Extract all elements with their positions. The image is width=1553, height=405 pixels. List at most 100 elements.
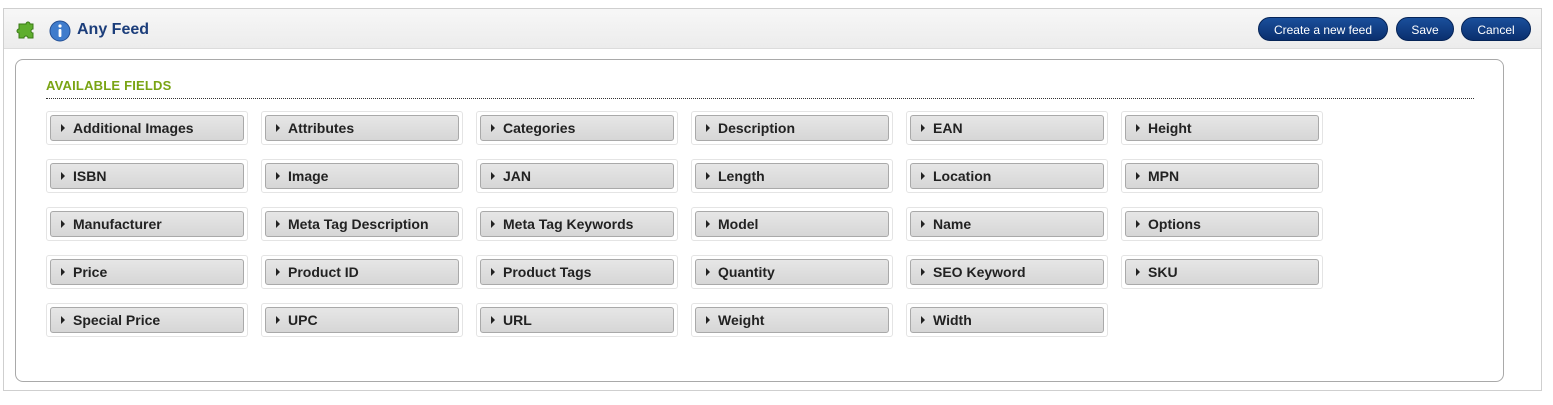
field-button[interactable]: URL — [480, 307, 674, 333]
field-label: URL — [503, 312, 532, 328]
caret-right-icon — [276, 316, 280, 324]
field-button[interactable]: Meta Tag Description — [265, 211, 459, 237]
section-divider — [46, 98, 1474, 99]
field-button[interactable]: Description — [695, 115, 889, 141]
field-cell: Description — [691, 111, 893, 145]
field-label: Price — [73, 264, 108, 280]
field-button[interactable]: Price — [50, 259, 244, 285]
field-button[interactable]: Location — [910, 163, 1104, 189]
field-button[interactable]: Options — [1125, 211, 1319, 237]
field-cell: JAN — [476, 159, 678, 193]
caret-right-icon — [921, 172, 925, 180]
field-button[interactable]: MPN — [1125, 163, 1319, 189]
caret-right-icon — [706, 268, 710, 276]
field-button[interactable]: Manufacturer — [50, 211, 244, 237]
field-cell: UPC — [261, 303, 463, 337]
field-button[interactable]: EAN — [910, 115, 1104, 141]
field-label: Description — [718, 120, 796, 136]
caret-right-icon — [491, 172, 495, 180]
field-button[interactable]: Quantity — [695, 259, 889, 285]
field-cell: Location — [906, 159, 1108, 193]
field-label: Options — [1148, 216, 1201, 232]
field-label: Product Tags — [503, 264, 592, 280]
field-button[interactable]: Meta Tag Keywords — [480, 211, 674, 237]
field-button[interactable]: Height — [1125, 115, 1319, 141]
caret-right-icon — [276, 124, 280, 132]
field-button[interactable]: JAN — [480, 163, 674, 189]
feed-window: Any Feed Create a new feed Save Cancel A… — [3, 8, 1542, 391]
caret-right-icon — [491, 268, 495, 276]
field-label: Image — [288, 168, 329, 184]
cancel-button[interactable]: Cancel — [1461, 17, 1531, 41]
field-label: ISBN — [73, 168, 107, 184]
field-cell: SEO Keyword — [906, 255, 1108, 289]
field-cell: Special Price — [46, 303, 248, 337]
field-cell: Additional Images — [46, 111, 248, 145]
field-label: Categories — [503, 120, 576, 136]
caret-right-icon — [491, 220, 495, 228]
field-cell: Price — [46, 255, 248, 289]
field-cell: Product Tags — [476, 255, 678, 289]
field-cell: Image — [261, 159, 463, 193]
field-cell: Attributes — [261, 111, 463, 145]
field-button[interactable]: SKU — [1125, 259, 1319, 285]
field-cell: Width — [906, 303, 1108, 337]
field-button[interactable]: Attributes — [265, 115, 459, 141]
create-feed-button[interactable]: Create a new feed — [1258, 17, 1388, 41]
field-cell: Quantity — [691, 255, 893, 289]
field-button[interactable]: Special Price — [50, 307, 244, 333]
field-button[interactable]: Name — [910, 211, 1104, 237]
field-label: Weight — [718, 312, 765, 328]
field-cell: Name — [906, 207, 1108, 241]
header-bar: Any Feed Create a new feed Save Cancel — [4, 9, 1541, 49]
field-cell: Meta Tag Keywords — [476, 207, 678, 241]
field-cell: URL — [476, 303, 678, 337]
field-button[interactable]: UPC — [265, 307, 459, 333]
field-label: Meta Tag Description — [288, 216, 429, 232]
field-label: Meta Tag Keywords — [503, 216, 634, 232]
caret-right-icon — [921, 124, 925, 132]
field-button[interactable]: Image — [265, 163, 459, 189]
field-label: Name — [933, 216, 972, 232]
field-cell: EAN — [906, 111, 1108, 145]
field-button[interactable]: Product ID — [265, 259, 459, 285]
caret-right-icon — [276, 172, 280, 180]
field-button[interactable]: ISBN — [50, 163, 244, 189]
caret-right-icon — [61, 124, 65, 132]
field-label: Attributes — [288, 120, 355, 136]
fields-grid: Additional Images Attributes Categories Des… — [46, 111, 1346, 337]
field-button[interactable]: Weight — [695, 307, 889, 333]
caret-right-icon — [276, 220, 280, 228]
field-label: SKU — [1148, 264, 1178, 280]
caret-right-icon — [61, 316, 65, 324]
field-label: Length — [718, 168, 765, 184]
caret-right-icon — [1136, 268, 1140, 276]
field-label: Manufacturer — [73, 216, 162, 232]
caret-right-icon — [706, 220, 710, 228]
caret-right-icon — [706, 172, 710, 180]
caret-right-icon — [921, 316, 925, 324]
field-button[interactable]: Product Tags — [480, 259, 674, 285]
caret-right-icon — [61, 220, 65, 228]
info-icon[interactable] — [49, 20, 71, 42]
field-button[interactable]: Additional Images — [50, 115, 244, 141]
field-button[interactable]: SEO Keyword — [910, 259, 1104, 285]
field-label: Product ID — [288, 264, 359, 280]
field-label: Additional Images — [73, 120, 194, 136]
field-cell: Categories — [476, 111, 678, 145]
field-label: Location — [933, 168, 992, 184]
caret-right-icon — [491, 316, 495, 324]
caret-right-icon — [491, 124, 495, 132]
field-button[interactable]: Model — [695, 211, 889, 237]
field-label: MPN — [1148, 168, 1180, 184]
field-label: Quantity — [718, 264, 775, 280]
field-button[interactable]: Length — [695, 163, 889, 189]
field-label: EAN — [933, 120, 963, 136]
field-button[interactable]: Width — [910, 307, 1104, 333]
field-cell: MPN — [1121, 159, 1323, 193]
field-cell: Model — [691, 207, 893, 241]
save-button[interactable]: Save — [1396, 17, 1454, 41]
field-button[interactable]: Categories — [480, 115, 674, 141]
caret-right-icon — [1136, 220, 1140, 228]
caret-right-icon — [276, 268, 280, 276]
